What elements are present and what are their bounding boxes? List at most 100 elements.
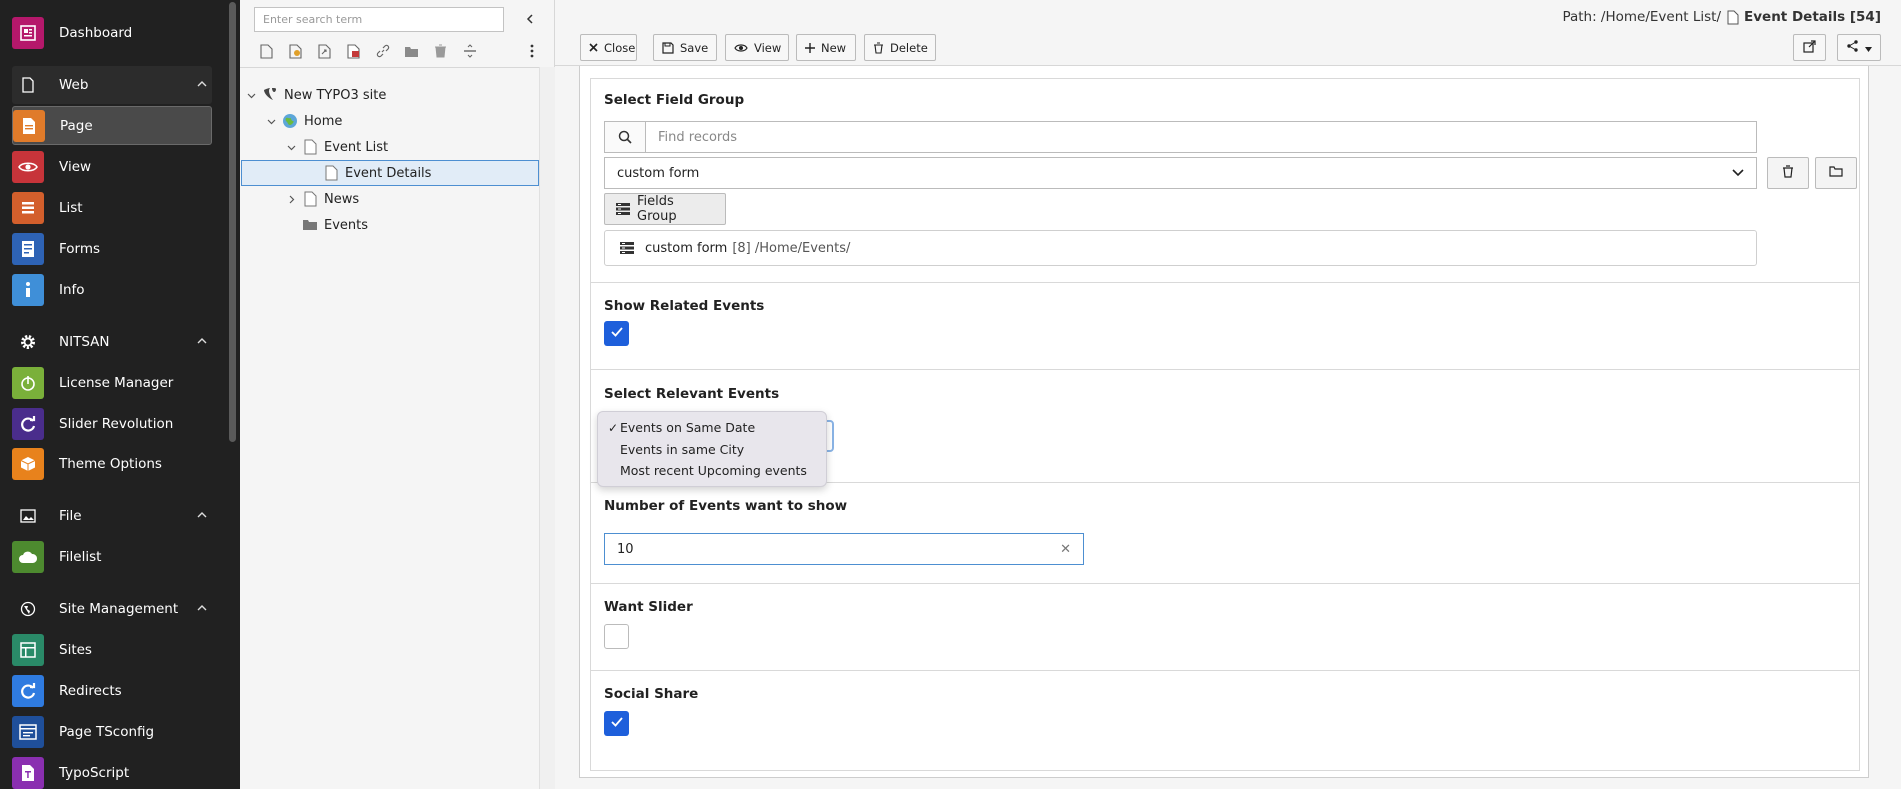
dropdown-option-same-date[interactable]: ✓ Events on Same Date [598, 417, 826, 439]
tsconfig-icon [12, 715, 44, 748]
more-options-icon[interactable] [524, 40, 540, 62]
new-link-page-icon[interactable] [310, 40, 339, 62]
chevron-down-icon[interactable] [244, 83, 258, 107]
folder-icon [302, 216, 318, 234]
sidebar-item-label: License Manager [59, 374, 174, 391]
gear-icon [12, 326, 44, 358]
related-events-checkbox[interactable] [604, 321, 629, 346]
sidebar-group-web[interactable]: Web [12, 66, 212, 104]
form-area: Select Field Group custom form [579, 66, 1883, 789]
sidebar-item-list[interactable]: List [12, 189, 212, 226]
close-button[interactable]: Close [580, 34, 637, 61]
collapse-tree-icon[interactable] [521, 10, 539, 28]
search-icon [605, 122, 646, 152]
social-share-label: Social Share [604, 686, 699, 702]
sidebar-group-label: Web [59, 77, 89, 93]
sidebar-item-info[interactable]: Info [12, 271, 212, 308]
sidebar-item-theme-options[interactable]: Theme Options [12, 445, 212, 482]
trash-icon[interactable] [426, 40, 455, 62]
find-records-field[interactable] [604, 121, 1757, 153]
sidebar-item-page[interactable]: Page [12, 106, 212, 145]
dashboard-icon [12, 16, 44, 49]
remove-record-button[interactable] [1767, 157, 1809, 189]
tree-divider [240, 67, 539, 68]
sidebar-group-nitsan[interactable]: NITSAN [12, 323, 212, 361]
want-slider-checkbox[interactable] [604, 624, 629, 649]
sidebar-item-label: Filelist [59, 548, 102, 565]
browse-records-button[interactable] [1815, 157, 1857, 189]
number-events-input[interactable]: 10 ✕ [604, 533, 1084, 565]
tree-node-events[interactable]: Events [284, 213, 368, 237]
sidebar-item-label: Redirects [59, 682, 122, 699]
current-page-title: Event Details [54] [1744, 9, 1881, 25]
chevron-right-icon[interactable] [284, 187, 298, 211]
chevron-up-icon[interactable] [192, 602, 212, 617]
chevron-down-icon[interactable] [264, 109, 278, 133]
sidebar-item-page-tsconfig[interactable]: Page TSconfig [12, 713, 212, 750]
share-icon [1846, 40, 1859, 55]
new-page-icon[interactable] [252, 40, 281, 62]
sidebar-item-slider-revolution[interactable]: Slider Revolution [12, 405, 212, 442]
tree-search-input[interactable] [254, 7, 504, 32]
tree-node-site-root[interactable]: New TYPO3 site [244, 83, 386, 107]
tree-node-event-details[interactable]: Event Details [241, 160, 539, 186]
chevron-down-icon[interactable] [284, 135, 298, 159]
sidebar-group-label: File [59, 508, 82, 524]
page-icon [13, 109, 45, 142]
page-outline-icon [12, 69, 44, 101]
field-group-label: Select Field Group [604, 92, 745, 108]
chevron-up-icon[interactable] [192, 78, 212, 93]
sidebar-group-site-management[interactable]: Site Management [12, 590, 212, 628]
plugin-settings-panel: Select Field Group custom form [590, 78, 1860, 771]
chevron-up-icon[interactable] [192, 509, 212, 524]
social-share-checkbox[interactable] [604, 711, 629, 736]
cloud-icon [12, 540, 44, 573]
dropdown-option-upcoming[interactable]: Most recent Upcoming events [598, 460, 826, 482]
link-icon[interactable] [368, 40, 397, 62]
doc-header: Path: /Home/Event List/ Event Details [5… [555, 0, 1901, 66]
page-tree-panel: New TYPO3 site Home Event List Event Det… [240, 0, 555, 789]
folder-icon[interactable] [397, 40, 426, 62]
view-button[interactable]: View [725, 34, 789, 61]
tree-node-event-list[interactable]: Event List [284, 135, 388, 159]
section-related-events: Show Related Events [591, 282, 1859, 369]
box-icon [12, 447, 44, 480]
clear-icon[interactable]: ✕ [1060, 542, 1071, 557]
globe-page-icon [282, 112, 298, 130]
dropdown-option-same-city[interactable]: Events in same City [598, 439, 826, 461]
new-button[interactable]: New [796, 34, 856, 61]
fields-group-button[interactable]: Fields Group [604, 193, 726, 225]
open-new-window-button[interactable] [1793, 34, 1826, 61]
find-records-input[interactable] [646, 122, 1756, 152]
divider-icon[interactable] [455, 40, 484, 62]
sidebar-item-dashboard[interactable]: Dashboard [12, 14, 212, 51]
chevron-up-icon[interactable] [192, 335, 212, 350]
new-page-special-icon[interactable] [281, 40, 310, 62]
sidebar-group-file[interactable]: File [12, 497, 212, 535]
sidebar-item-label: Slider Revolution [59, 415, 174, 432]
sidebar-item-sites[interactable]: Sites [12, 631, 212, 668]
checkmark-icon [610, 716, 623, 731]
save-button[interactable]: Save [653, 34, 717, 61]
delete-button[interactable]: Delete [864, 34, 936, 61]
sidebar-item-license-manager[interactable]: License Manager [12, 364, 212, 401]
sidebar-item-forms[interactable]: Forms [12, 230, 212, 267]
sidebar-item-view[interactable]: View [12, 148, 212, 185]
tree-node-home[interactable]: Home [264, 109, 342, 133]
fields-group-icon [615, 202, 631, 216]
new-mountpoint-icon[interactable] [339, 40, 368, 62]
sites-icon [12, 633, 44, 666]
tree-scrollbar[interactable] [539, 67, 555, 789]
sidebar-scrollbar[interactable] [229, 2, 236, 442]
sidebar-item-filelist[interactable]: Filelist [12, 538, 212, 575]
folder-icon [1829, 165, 1843, 181]
sidebar-item-label: TypoScript [59, 764, 130, 781]
field-group-select[interactable]: custom form [604, 157, 1757, 189]
sidebar-item-redirects[interactable]: Redirects [12, 672, 212, 709]
sidebar-item-typoscript[interactable]: TypoScript [12, 754, 212, 789]
tree-node-news[interactable]: News [284, 187, 359, 211]
share-menu-button[interactable] [1837, 34, 1881, 61]
selected-record-row[interactable]: custom form [8] /Home/Events/ [604, 230, 1757, 266]
redirect-icon [12, 674, 44, 707]
sidebar-group-label: Site Management [59, 601, 179, 617]
